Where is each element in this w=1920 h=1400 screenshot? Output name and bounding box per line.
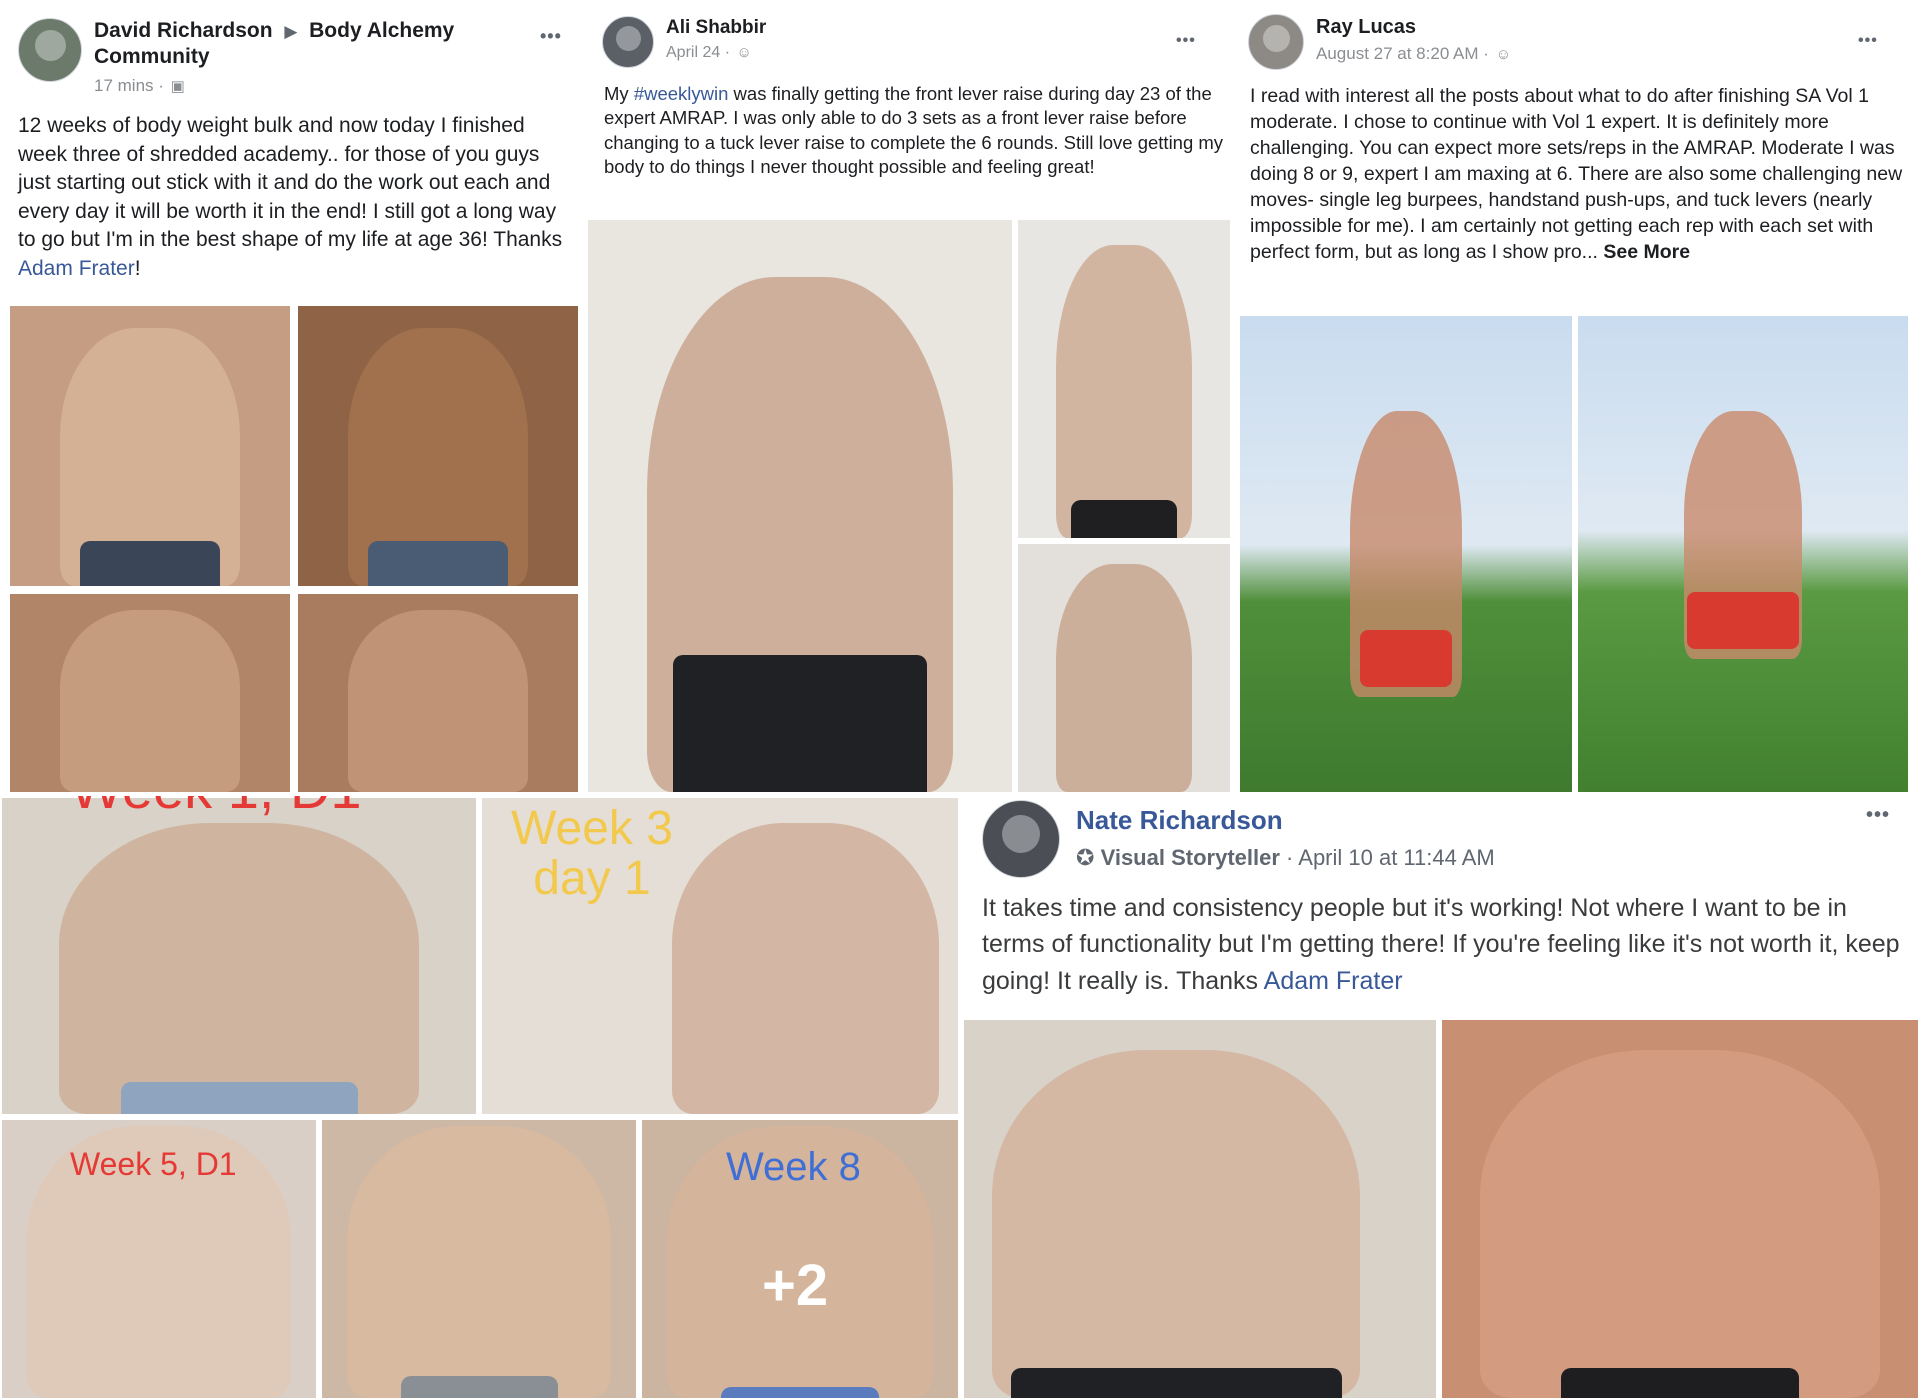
photo-clothing [120, 1082, 358, 1114]
post-photo[interactable] [296, 592, 580, 794]
post-text: It takes time and consistency people but… [982, 894, 1900, 995]
post-time-row: 17 mins · ▣ [94, 75, 494, 97]
week5-label: Week 5, D1 [70, 1146, 237, 1182]
post-time-row: ✪ Visual Storyteller · April 10 at 11:44… [1076, 844, 1495, 873]
post-header: David Richardson ▶ Body Alchemy Communit… [18, 18, 494, 96]
post-meta: Ray Lucas August 27 at 8:20 AM · ☺ [1316, 14, 1511, 65]
photo-subject [347, 1125, 611, 1398]
post-body: It takes time and consistency people but… [982, 890, 1912, 999]
photo-clothing [721, 1386, 879, 1398]
photo-clothing [400, 1375, 558, 1398]
photo-subject [1056, 563, 1192, 792]
post-meta: Nate Richardson ✪ Visual Storyteller · A… [1076, 804, 1495, 872]
photo-clothing [80, 541, 220, 586]
post-body: I read with interest all the posts about… [1250, 84, 1910, 265]
progress-photo[interactable] [320, 1118, 638, 1400]
post-text: 12 weeks of body weight bulk and now tod… [18, 114, 563, 252]
dot-separator: · [1483, 44, 1489, 63]
more-options-icon[interactable]: ••• [540, 26, 562, 47]
post-card-david: David Richardson ▶ Body Alchemy Communit… [0, 0, 580, 300]
photo-subject [672, 823, 939, 1114]
mention-link[interactable]: Adam Frater [18, 257, 135, 280]
arrow-icon: ▶ [284, 22, 298, 41]
post-photo[interactable] [1238, 314, 1574, 794]
photo-clothing [1686, 592, 1800, 650]
post-time[interactable]: 17 mins [94, 76, 154, 95]
week8-label: Week 8 [726, 1145, 861, 1189]
avatar[interactable] [1248, 14, 1304, 70]
post-time-row: August 27 at 8:20 AM · ☺ [1316, 43, 1511, 65]
see-more-link[interactable]: See More [1603, 241, 1690, 263]
post-photo[interactable] [1576, 314, 1910, 794]
post-card-ray: Ray Lucas August 27 at 8:20 AM · ☺ ••• I… [1236, 0, 1920, 310]
more-options-icon[interactable]: ••• [1176, 32, 1196, 50]
post-header: Ali Shabbir April 24 · ☺ [602, 16, 766, 68]
photo-subject [58, 823, 420, 1114]
avatar[interactable] [18, 18, 82, 82]
photo-clothing [1359, 630, 1453, 688]
post-text-start: My [604, 83, 634, 104]
post-header: Nate Richardson ✪ Visual Storyteller · A… [982, 800, 1495, 878]
globe-icon: ☺ [736, 43, 752, 61]
post-photo[interactable] [962, 1018, 1438, 1400]
photo-subject [348, 609, 528, 792]
photo-clothing [1011, 1367, 1342, 1398]
progress-photo-week1[interactable] [0, 796, 478, 1116]
more-photos-count[interactable]: +2 [762, 1252, 828, 1319]
post-photo-main[interactable] [586, 218, 1014, 794]
post-photo[interactable] [296, 304, 580, 588]
visual-storyteller-badge[interactable]: Visual Storyteller [1101, 845, 1280, 870]
avatar[interactable] [602, 16, 654, 68]
post-photo[interactable] [8, 304, 292, 588]
photo-clothing [1561, 1367, 1799, 1398]
globe-icon: ☺ [1495, 46, 1512, 63]
post-time[interactable]: August 27 at 8:20 AM [1316, 44, 1479, 63]
post-card-nate: Nate Richardson ✪ Visual Storyteller · A… [962, 796, 1920, 1018]
more-options-icon[interactable]: ••• [1858, 32, 1878, 50]
avatar[interactable] [982, 800, 1060, 878]
post-photo[interactable] [1440, 1018, 1920, 1400]
photo-subject [992, 1050, 1361, 1398]
author-name[interactable]: Ali Shabbir [666, 16, 766, 41]
post-time-row: April 24 · ☺ [666, 43, 766, 64]
week3-label: Week 3 day 1 [511, 802, 673, 906]
badge-icon: ✪ [1076, 844, 1095, 870]
more-options-icon[interactable]: ••• [1866, 804, 1890, 827]
post-time[interactable]: April 10 at 11:44 AM [1298, 845, 1495, 870]
post-photo[interactable] [1016, 542, 1232, 794]
post-body: 12 weeks of body weight bulk and now tod… [18, 112, 570, 283]
post-card-ali: Ali Shabbir April 24 · ☺ ••• My #weeklyw… [586, 0, 1232, 216]
post-time[interactable]: April 24 [666, 44, 720, 61]
dot-separator: · [1286, 844, 1294, 870]
photo-subject [1480, 1050, 1880, 1398]
hashtag-link[interactable]: #weeklywin [634, 83, 729, 104]
post-photo[interactable] [8, 592, 292, 794]
photo-subject [1056, 245, 1192, 538]
post-photo[interactable] [1016, 218, 1232, 540]
post-text: I read with interest all the posts about… [1250, 85, 1903, 263]
photo-clothing [672, 654, 928, 792]
mention-link[interactable]: Adam Frater [1264, 967, 1403, 995]
post-body: My #weeklywin was finally getting the fr… [604, 82, 1224, 180]
post-meta: David Richardson ▶ Body Alchemy Communit… [94, 18, 494, 96]
post-header: Ray Lucas August 27 at 8:20 AM · ☺ [1248, 14, 1511, 70]
dot-separator: · [158, 75, 164, 95]
author-name[interactable]: Nate Richardson [1076, 804, 1495, 838]
post-text-end: ! [134, 256, 141, 280]
photo-clothing [1071, 499, 1177, 538]
post-meta: Ali Shabbir April 24 · ☺ [666, 16, 766, 63]
photo-clothing [368, 541, 508, 586]
photo-subject [60, 609, 240, 792]
dot-separator: · [724, 43, 731, 61]
group-privacy-icon: ▣ [170, 77, 185, 95]
author-name[interactable]: David Richardson [94, 19, 273, 42]
author-name[interactable]: Ray Lucas [1316, 14, 1511, 40]
